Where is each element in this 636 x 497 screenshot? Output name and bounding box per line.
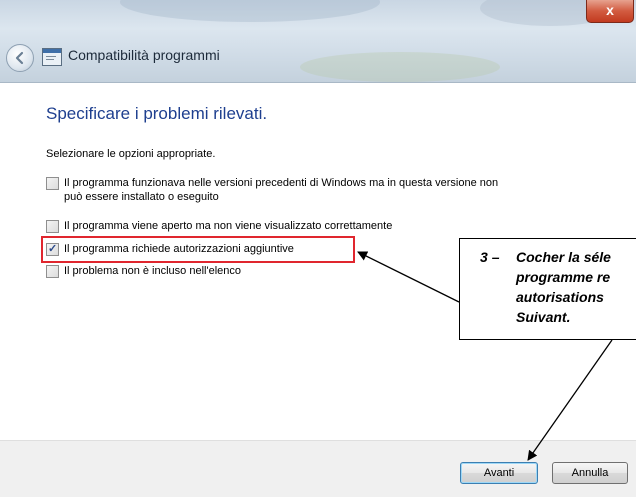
arrow-to-next-button [527,339,613,461]
arrow-to-option [357,251,460,303]
annotation-arrows [357,251,613,461]
